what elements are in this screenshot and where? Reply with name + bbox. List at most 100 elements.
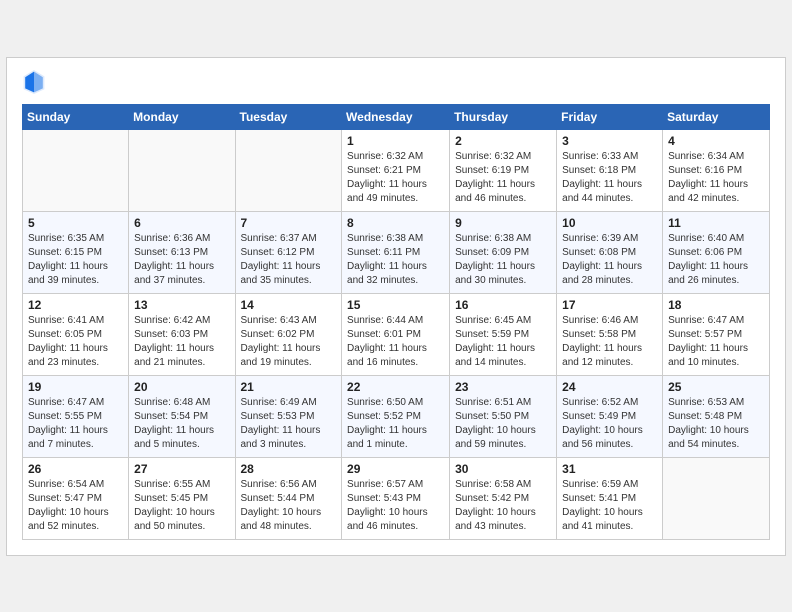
day-cell: 30 Sunrise: 6:58 AMSunset: 5:42 PMDayligh… bbox=[450, 457, 557, 539]
day-cell: 19Sunrise: 6:47 AMSunset: 5:55 PMDayligh… bbox=[23, 375, 129, 457]
day-cell: 17 Sunrise: 6:46 AMSunset: 5:58 PMDayligh… bbox=[557, 293, 663, 375]
day-info: Sunrise: 6:37 AMSunset: 6:12 PMDaylight:… bbox=[241, 232, 337, 288]
day-number: 6 bbox=[134, 216, 229, 230]
day-number: 1 bbox=[347, 134, 444, 148]
day-cell: 9 Sunrise: 6:38 AMSunset: 6:09 PMDaylight… bbox=[450, 211, 557, 293]
day-cell: 21Sunrise: 6:49 AMSunset: 5:53 PMDayligh… bbox=[235, 375, 342, 457]
week-row-4: 26 Sunrise: 6:54 AMSunset: 5:47 PMDayligh… bbox=[23, 457, 770, 539]
day-info: Sunrise: 6:59 AMSunset: 5:41 PMDaylight:… bbox=[562, 478, 657, 534]
day-info: Sunrise: 6:53 AMSunset: 5:48 PMDaylight:… bbox=[668, 396, 764, 452]
day-number: 2 bbox=[455, 134, 551, 148]
day-cell: 7Sunrise: 6:37 AMSunset: 6:12 PMDaylight… bbox=[235, 211, 342, 293]
day-cell: 28 Sunrise: 6:56 AMSunset: 5:44 PMDayligh… bbox=[235, 457, 342, 539]
day-cell bbox=[23, 129, 129, 211]
day-cell bbox=[663, 457, 770, 539]
day-number: 20 bbox=[134, 380, 229, 394]
day-info: Sunrise: 6:48 AMSunset: 5:54 PMDaylight:… bbox=[134, 396, 229, 452]
day-cell: 27Sunrise: 6:55 AMSunset: 5:45 PMDayligh… bbox=[129, 457, 235, 539]
day-cell: 11 Sunrise: 6:40 AMSunset: 6:06 PMDayligh… bbox=[663, 211, 770, 293]
day-cell: 18 Sunrise: 6:47 AMSunset: 5:57 PMDayligh… bbox=[663, 293, 770, 375]
day-cell: 2 Sunrise: 6:32 AMSunset: 6:19 PMDaylight… bbox=[450, 129, 557, 211]
day-number: 16 bbox=[455, 298, 551, 312]
day-info: Sunrise: 6:58 AMSunset: 5:42 PMDaylight:… bbox=[455, 478, 551, 534]
day-cell: 5Sunrise: 6:35 AMSunset: 6:15 PMDaylight… bbox=[23, 211, 129, 293]
day-number: 10 bbox=[562, 216, 657, 230]
day-info: Sunrise: 6:52 AMSunset: 5:49 PMDaylight:… bbox=[562, 396, 657, 452]
day-info: Sunrise: 6:40 AMSunset: 6:06 PMDaylight:… bbox=[668, 232, 764, 288]
day-number: 12 bbox=[28, 298, 123, 312]
day-number: 25 bbox=[668, 380, 764, 394]
day-info: Sunrise: 6:55 AMSunset: 5:45 PMDaylight:… bbox=[134, 478, 229, 534]
day-number: 11 bbox=[668, 216, 764, 230]
day-number: 30 bbox=[455, 462, 551, 476]
day-cell bbox=[129, 129, 235, 211]
day-cell: 4 Sunrise: 6:34 AMSunset: 6:16 PMDaylight… bbox=[663, 129, 770, 211]
weekday-friday: Friday bbox=[557, 104, 663, 129]
header bbox=[22, 68, 770, 96]
week-row-1: 5Sunrise: 6:35 AMSunset: 6:15 PMDaylight… bbox=[23, 211, 770, 293]
day-cell: 23 Sunrise: 6:51 AMSunset: 5:50 PMDayligh… bbox=[450, 375, 557, 457]
day-number: 14 bbox=[241, 298, 337, 312]
calendar-table: SundayMondayTuesdayWednesdayThursdayFrid… bbox=[22, 104, 770, 540]
day-cell: 3 Sunrise: 6:33 AMSunset: 6:18 PMDaylight… bbox=[557, 129, 663, 211]
day-number: 3 bbox=[562, 134, 657, 148]
day-number: 18 bbox=[668, 298, 764, 312]
day-cell: 14 Sunrise: 6:43 AMSunset: 6:02 PMDayligh… bbox=[235, 293, 342, 375]
day-number: 5 bbox=[28, 216, 123, 230]
day-number: 19 bbox=[28, 380, 123, 394]
day-info: Sunrise: 6:47 AMSunset: 5:57 PMDaylight:… bbox=[668, 314, 764, 370]
day-info: Sunrise: 6:56 AMSunset: 5:44 PMDaylight:… bbox=[241, 478, 337, 534]
day-cell: 25 Sunrise: 6:53 AMSunset: 5:48 PMDayligh… bbox=[663, 375, 770, 457]
day-info: Sunrise: 6:38 AMSunset: 6:09 PMDaylight:… bbox=[455, 232, 551, 288]
day-number: 29 bbox=[347, 462, 444, 476]
logo bbox=[22, 68, 50, 96]
day-info: Sunrise: 6:36 AMSunset: 6:13 PMDaylight:… bbox=[134, 232, 229, 288]
day-info: Sunrise: 6:43 AMSunset: 6:02 PMDaylight:… bbox=[241, 314, 337, 370]
day-info: Sunrise: 6:57 AMSunset: 5:43 PMDaylight:… bbox=[347, 478, 444, 534]
day-cell: 31 Sunrise: 6:59 AMSunset: 5:41 PMDayligh… bbox=[557, 457, 663, 539]
day-number: 4 bbox=[668, 134, 764, 148]
day-cell: 8Sunrise: 6:38 AMSunset: 6:11 PMDaylight… bbox=[342, 211, 450, 293]
day-cell: 15 Sunrise: 6:44 AMSunset: 6:01 PMDayligh… bbox=[342, 293, 450, 375]
day-cell: 6 Sunrise: 6:36 AMSunset: 6:13 PMDaylight… bbox=[129, 211, 235, 293]
day-cell: 26 Sunrise: 6:54 AMSunset: 5:47 PMDayligh… bbox=[23, 457, 129, 539]
weekday-monday: Monday bbox=[129, 104, 235, 129]
day-cell: 12Sunrise: 6:41 AMSunset: 6:05 PMDayligh… bbox=[23, 293, 129, 375]
weekday-saturday: Saturday bbox=[663, 104, 770, 129]
day-number: 26 bbox=[28, 462, 123, 476]
day-info: Sunrise: 6:46 AMSunset: 5:58 PMDaylight:… bbox=[562, 314, 657, 370]
day-number: 28 bbox=[241, 462, 337, 476]
day-number: 9 bbox=[455, 216, 551, 230]
day-cell: 22 Sunrise: 6:50 AMSunset: 5:52 PMDayligh… bbox=[342, 375, 450, 457]
day-number: 24 bbox=[562, 380, 657, 394]
day-info: Sunrise: 6:42 AMSunset: 6:03 PMDaylight:… bbox=[134, 314, 229, 370]
day-number: 8 bbox=[347, 216, 444, 230]
day-number: 17 bbox=[562, 298, 657, 312]
day-info: Sunrise: 6:34 AMSunset: 6:16 PMDaylight:… bbox=[668, 150, 764, 206]
day-info: Sunrise: 6:32 AMSunset: 6:21 PMDaylight:… bbox=[347, 150, 444, 206]
day-number: 22 bbox=[347, 380, 444, 394]
day-number: 23 bbox=[455, 380, 551, 394]
day-number: 31 bbox=[562, 462, 657, 476]
day-info: Sunrise: 6:54 AMSunset: 5:47 PMDaylight:… bbox=[28, 478, 123, 534]
day-number: 15 bbox=[347, 298, 444, 312]
calendar-container: SundayMondayTuesdayWednesdayThursdayFrid… bbox=[6, 57, 786, 556]
day-info: Sunrise: 6:50 AMSunset: 5:52 PMDaylight:… bbox=[347, 396, 444, 452]
day-cell: 16Sunrise: 6:45 AMSunset: 5:59 PMDayligh… bbox=[450, 293, 557, 375]
day-cell: 20 Sunrise: 6:48 AMSunset: 5:54 PMDayligh… bbox=[129, 375, 235, 457]
day-cell: 1 Sunrise: 6:32 AMSunset: 6:21 PMDaylight… bbox=[342, 129, 450, 211]
day-info: Sunrise: 6:51 AMSunset: 5:50 PMDaylight:… bbox=[455, 396, 551, 452]
day-info: Sunrise: 6:32 AMSunset: 6:19 PMDaylight:… bbox=[455, 150, 551, 206]
weekday-wednesday: Wednesday bbox=[342, 104, 450, 129]
week-row-2: 12Sunrise: 6:41 AMSunset: 6:05 PMDayligh… bbox=[23, 293, 770, 375]
day-info: Sunrise: 6:33 AMSunset: 6:18 PMDaylight:… bbox=[562, 150, 657, 206]
logo-icon bbox=[22, 68, 46, 96]
day-cell: 13Sunrise: 6:42 AMSunset: 6:03 PMDayligh… bbox=[129, 293, 235, 375]
weekday-header-row: SundayMondayTuesdayWednesdayThursdayFrid… bbox=[23, 104, 770, 129]
weekday-sunday: Sunday bbox=[23, 104, 129, 129]
day-cell bbox=[235, 129, 342, 211]
week-row-0: 1 Sunrise: 6:32 AMSunset: 6:21 PMDaylight… bbox=[23, 129, 770, 211]
day-info: Sunrise: 6:49 AMSunset: 5:53 PMDaylight:… bbox=[241, 396, 337, 452]
day-cell: 29 Sunrise: 6:57 AMSunset: 5:43 PMDayligh… bbox=[342, 457, 450, 539]
day-info: Sunrise: 6:44 AMSunset: 6:01 PMDaylight:… bbox=[347, 314, 444, 370]
